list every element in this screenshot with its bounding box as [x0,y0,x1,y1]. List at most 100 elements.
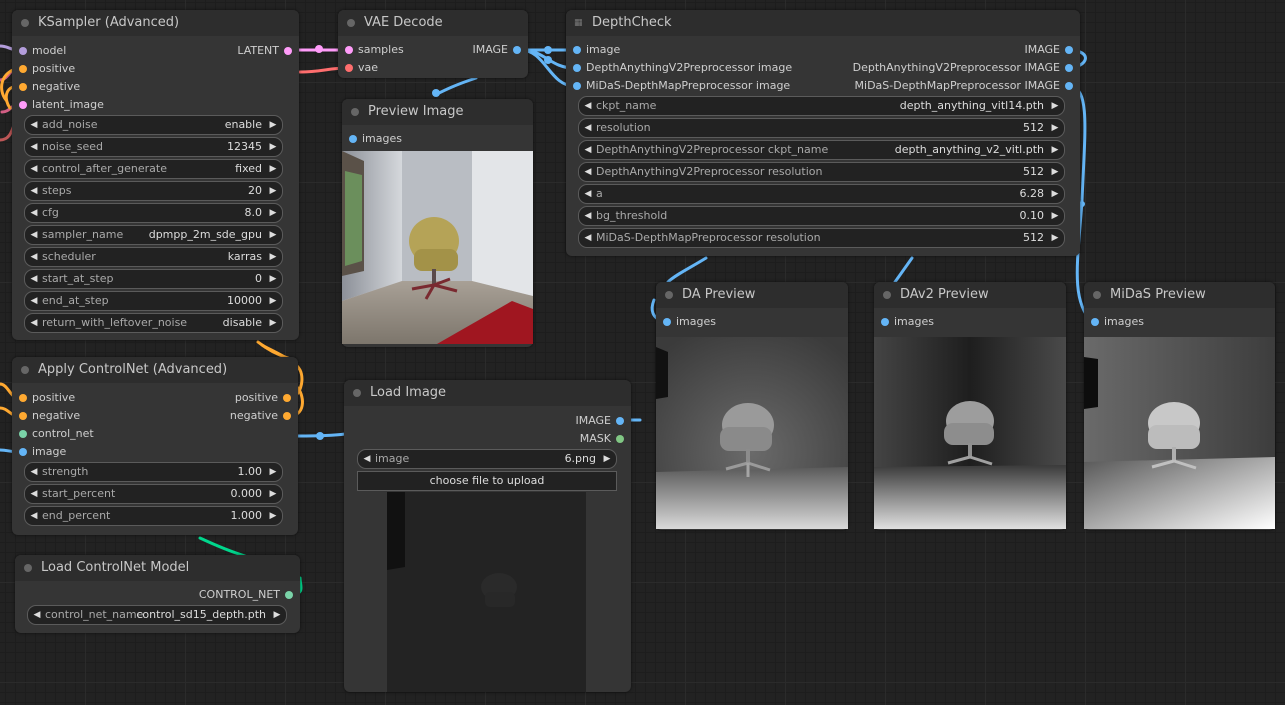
slot-dot-icon[interactable] [19,47,27,55]
decrement-arrow-icon[interactable]: ◀ [28,292,40,310]
ksampler-advanced-node[interactable]: KSampler (Advanced) model positive negat… [12,10,299,340]
output-slot-control-net[interactable]: CONTROL_NET [199,588,296,602]
widget-cfg[interactable]: ◀ cfg 8.0 ▶ [24,203,283,223]
widget-control-net-name[interactable]: ◀ control_net_name control_sd15_depth.pth ▶ [27,605,287,625]
slot-dot-icon[interactable] [19,83,27,91]
increment-arrow-icon[interactable]: ▶ [267,463,279,481]
input-slot-positive[interactable]: positive [16,62,75,76]
da-preview-node[interactable]: DA Preview images [656,282,848,530]
widget-midas-resolution[interactable]: ◀ MiDaS-DepthMapPreprocessor resolution 51… [578,228,1065,248]
dav2-depth-map-image[interactable] [874,337,1066,529]
decrement-arrow-icon[interactable]: ◀ [28,160,40,178]
node-title-bar[interactable]: MiDaS Preview [1084,282,1275,308]
slot-dot-icon[interactable] [19,448,27,456]
output-slot-image[interactable]: IMAGE [1024,43,1076,57]
slot-dot-icon[interactable] [19,65,27,73]
increment-arrow-icon[interactable]: ▶ [1049,97,1061,115]
slot-dot-icon[interactable] [284,47,292,55]
increment-arrow-icon[interactable]: ▶ [267,270,279,288]
widget-bg-threshold[interactable]: ◀ bg_threshold 0.10 ▶ [578,206,1065,226]
widget-steps[interactable]: ◀ steps 20 ▶ [24,181,283,201]
slot-dot-icon[interactable] [19,101,27,109]
decrement-arrow-icon[interactable]: ◀ [582,207,594,225]
input-slot-images[interactable]: images [660,315,716,329]
increment-arrow-icon[interactable]: ▶ [1049,207,1061,225]
widget-strength[interactable]: ◀ strength 1.00 ▶ [24,462,283,482]
widget-sampler-name[interactable]: ◀ sampler_name dpmpp_2m_sde_gpu ▶ [24,225,283,245]
collapse-dot-icon[interactable] [21,366,29,374]
slot-dot-icon[interactable] [19,394,27,402]
increment-arrow-icon[interactable]: ▶ [1049,141,1061,159]
increment-arrow-icon[interactable]: ▶ [1049,119,1061,137]
decrement-arrow-icon[interactable]: ◀ [28,314,40,332]
slot-dot-icon[interactable] [283,394,291,402]
widget-end-at-step[interactable]: ◀ end_at_step 10000 ▶ [24,291,283,311]
input-slot-image[interactable]: image [570,43,620,57]
decrement-arrow-icon[interactable]: ◀ [28,507,40,525]
decrement-arrow-icon[interactable]: ◀ [582,141,594,159]
increment-arrow-icon[interactable]: ▶ [1049,229,1061,247]
node-title-bar[interactable]: Load Image [344,380,631,406]
decrement-arrow-icon[interactable]: ◀ [582,185,594,203]
slot-dot-icon[interactable] [19,430,27,438]
widget-end-percent[interactable]: ◀ end_percent 1.000 ▶ [24,506,283,526]
grid-icon[interactable]: ▦ [574,18,584,28]
input-slot-latent-image[interactable]: latent_image [16,98,104,112]
widget-resolution[interactable]: ◀ resolution 512 ▶ [578,118,1065,138]
increment-arrow-icon[interactable]: ▶ [1049,185,1061,203]
slot-dot-icon[interactable] [573,64,581,72]
increment-arrow-icon[interactable]: ▶ [267,182,279,200]
output-slot-midas-image[interactable]: MiDaS-DepthMapPreprocessor IMAGE [855,79,1076,93]
load-controlnet-model-node[interactable]: Load ControlNet Model CONTROL_NET ◀ contr… [15,555,300,633]
input-slot-samples[interactable]: samples [342,43,404,57]
preview-image-node[interactable]: Preview Image images [342,99,533,347]
slot-dot-icon[interactable] [285,591,293,599]
output-slot-image[interactable]: IMAGE [472,43,524,57]
generated-chair-image[interactable] [342,151,533,344]
collapse-dot-icon[interactable] [21,19,29,27]
node-title-bar[interactable]: Apply ControlNet (Advanced) [12,357,298,383]
loaded-depth-image[interactable] [387,492,586,692]
choose-file-upload-button[interactable]: choose file to upload [357,471,617,491]
node-title-bar[interactable]: Preview Image [342,99,533,125]
output-slot-latent[interactable]: LATENT [237,44,295,58]
decrement-arrow-icon[interactable]: ◀ [28,204,40,222]
decrement-arrow-icon[interactable]: ◀ [28,248,40,266]
collapse-dot-icon[interactable] [353,389,361,397]
decrement-arrow-icon[interactable]: ◀ [31,606,43,624]
decrement-arrow-icon[interactable]: ◀ [28,270,40,288]
input-slot-midas-image[interactable]: MiDaS-DepthMapPreprocessor image [570,79,790,93]
decrement-arrow-icon[interactable]: ◀ [28,116,40,134]
node-title-bar[interactable]: Load ControlNet Model [15,555,300,581]
widget-dav2-ckpt-name[interactable]: ◀ DepthAnythingV2Preprocessor ckpt_name de… [578,140,1065,160]
slot-dot-icon[interactable] [573,46,581,54]
slot-dot-icon[interactable] [513,46,521,54]
midas-preview-node[interactable]: MiDaS Preview images [1084,282,1275,530]
depthcheck-node[interactable]: ▦ DepthCheck image DepthAnythingV2Preproc… [566,10,1080,256]
decrement-arrow-icon[interactable]: ◀ [582,97,594,115]
input-slot-images[interactable]: images [346,132,402,146]
widget-add-noise[interactable]: ◀ add_noise enable ▶ [24,115,283,135]
widget-return-with-leftover-noise[interactable]: ◀ return_with_leftover_noise disable ▶ [24,313,283,333]
input-slot-image[interactable]: image [16,445,66,459]
slot-dot-icon[interactable] [573,82,581,90]
widget-start-at-step[interactable]: ◀ start_at_step 0 ▶ [24,269,283,289]
midas-depth-map-image[interactable] [1084,337,1275,529]
slot-dot-icon[interactable] [1065,46,1073,54]
increment-arrow-icon[interactable]: ▶ [267,138,279,156]
input-slot-model[interactable]: model [16,44,66,58]
decrement-arrow-icon[interactable]: ◀ [361,450,373,468]
dav2-preview-node[interactable]: DAv2 Preview images [874,282,1066,530]
widget-start-percent[interactable]: ◀ start_percent 0.000 ▶ [24,484,283,504]
increment-arrow-icon[interactable]: ▶ [271,606,283,624]
widget-dav2-resolution[interactable]: ◀ DepthAnythingV2Preprocessor resolution 5… [578,162,1065,182]
decrement-arrow-icon[interactable]: ◀ [28,182,40,200]
widget-noise-seed[interactable]: ◀ noise_seed 12345 ▶ [24,137,283,157]
increment-arrow-icon[interactable]: ▶ [267,248,279,266]
output-slot-negative[interactable]: negative [230,409,294,423]
node-title-bar[interactable]: VAE Decode [338,10,528,36]
output-slot-mask[interactable]: MASK [580,432,627,446]
decrement-arrow-icon[interactable]: ◀ [582,119,594,137]
slot-dot-icon[interactable] [19,412,27,420]
slot-dot-icon[interactable] [663,318,671,326]
